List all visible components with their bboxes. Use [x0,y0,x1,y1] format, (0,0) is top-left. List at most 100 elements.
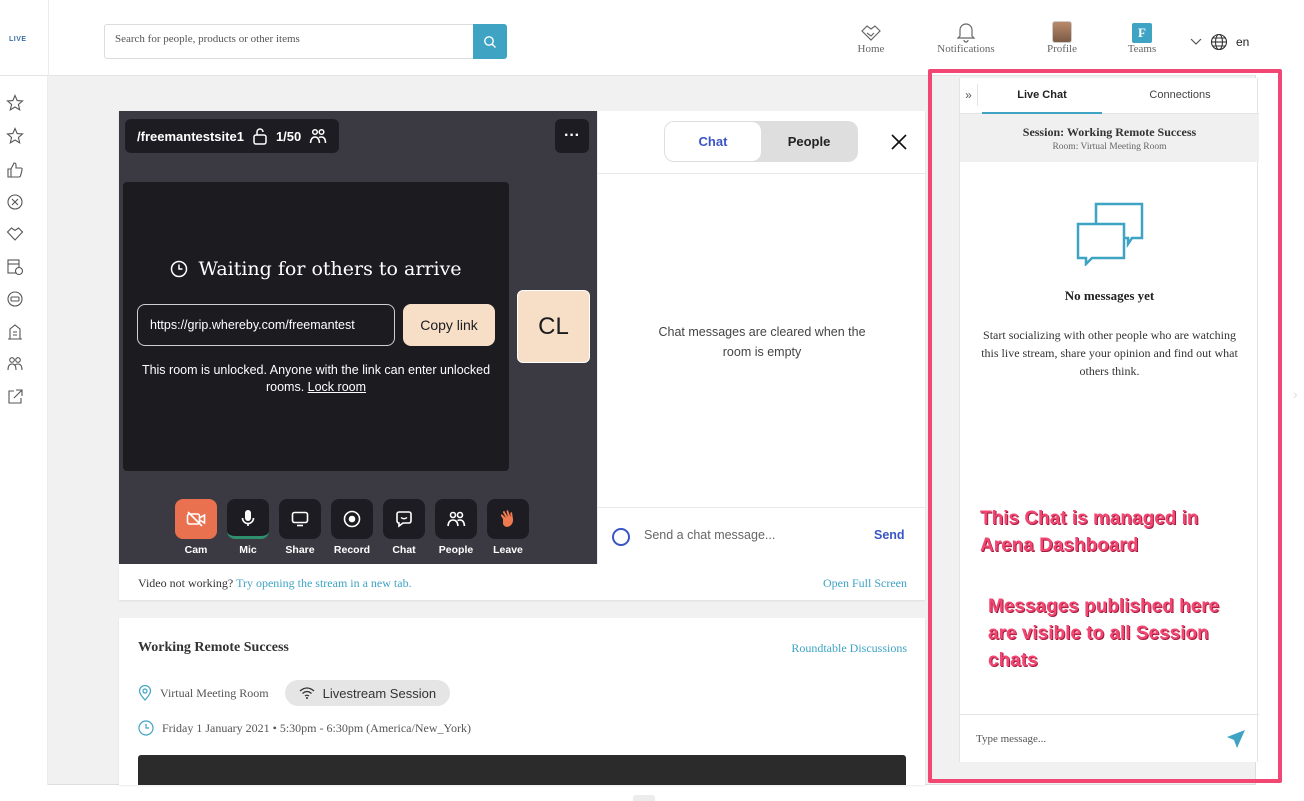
rail-meetings[interactable] [6,225,24,243]
emoji-icon[interactable] [612,528,630,546]
live-chat-message-input[interactable] [976,733,1206,745]
video-card: /freemantestsite1 1/50 ··· Waiting for o… [119,111,926,600]
unlock-notice: This room is unlocked. Anyone with the l… [123,362,509,396]
tab-chat[interactable]: Chat [665,122,761,161]
star-icon [6,94,24,111]
participant-tile[interactable]: CL [517,290,590,363]
teams-badge: F [1132,23,1152,43]
left-icon-rail [0,76,48,785]
rail-favorites[interactable] [6,94,24,112]
record-icon [343,510,361,528]
tab-live-chat[interactable]: Live Chat [982,78,1102,114]
record-button[interactable]: Record [331,499,373,556]
mic-button[interactable]: Mic [227,499,269,556]
chat-empty-message: Chat messages are cleared when the room … [658,325,866,359]
video-chat-panel: Chat People Chat messages are cleared wh… [597,111,926,564]
livestream-pill: Livestream Session [284,680,451,706]
external-link-icon [8,389,23,404]
rail-external[interactable] [6,388,24,406]
live-chat-tabs: » Live Chat Connections [960,78,1259,114]
send-icon[interactable] [1226,729,1246,749]
nav-home[interactable]: Home [851,17,891,55]
top-bar: LIVE Home Notifications Profile F Teams [0,0,1256,76]
rail-declined[interactable] [6,193,24,211]
people-icon [7,357,23,371]
livestream-pill-text: Livestream Session [322,685,437,701]
waiting-title-text: Waiting for others to arrive [198,258,462,280]
video-help-prefix: Video not working? [138,576,234,590]
chevron-down-icon [1190,38,1202,45]
video-help: Video not working? Try opening the strea… [138,576,412,591]
video-stream: /freemantestsite1 1/50 ··· Waiting for o… [119,111,597,564]
tab-people[interactable]: People [761,122,857,161]
location-pin-icon [138,685,152,701]
bell-icon [956,23,976,43]
chat-button[interactable]: Chat [383,499,425,556]
chat-icon [396,511,412,528]
leave-button[interactable]: Leave [487,499,529,556]
rail-starred[interactable] [6,127,24,145]
room-name: /freemantestsite1 [137,128,244,144]
session-header-room: Room: Virtual Meeting Room [1052,142,1167,152]
divider [48,0,49,76]
waiting-title: Waiting for others to arrive [123,258,509,280]
session-media-bar [138,755,906,785]
rail-exhibitors[interactable] [6,323,24,341]
session-category-link[interactable]: Roundtable Discussions [791,641,907,656]
session-datetime-text: Friday 1 January 2021 • 5:30pm - 6:30pm … [162,720,471,735]
close-circle-icon [7,194,23,210]
session-header-title: Session: Working Remote Success [1022,125,1197,139]
tab-connections[interactable]: Connections [1120,78,1240,114]
nav-profile[interactable]: Profile [1042,17,1082,55]
app-logo[interactable]: LIVE [9,36,27,43]
chat-message-input[interactable] [644,528,844,542]
room-capacity: 1/50 [275,128,302,144]
avatar [1052,21,1072,43]
rail-sessions[interactable] [6,290,24,308]
camera-off-icon [186,511,206,527]
people-button[interactable]: People [435,499,477,556]
rail-likes[interactable] [6,161,24,179]
rail-schedule[interactable] [6,258,24,276]
room-info: /freemantestsite1 1/50 [125,119,340,153]
record-label: Record [333,544,371,556]
annotation-note: This Chat is managed in Arena Dashboard [980,508,1199,556]
share-button[interactable]: Share [279,499,321,556]
send-button[interactable]: Send [874,528,905,542]
people-icon [310,128,327,144]
language-selector[interactable]: en [1190,33,1249,51]
thumbs-up-icon [7,162,23,178]
collapse-panel-button[interactable]: » [960,84,978,106]
nav-home-label: Home [857,43,885,55]
nav-teams-label: Teams [1127,43,1157,55]
search-input[interactable] [115,33,465,45]
session-header: Session: Working Remote Success Room: Vi… [960,114,1259,162]
session-title: Working Remote Success [138,640,289,655]
room-link-field[interactable]: https://grip.whereby.com/freemantest [137,304,395,346]
chat-bubbles-icon [1076,202,1144,266]
chat-label: Chat [392,544,416,556]
nav-teams[interactable]: F Teams [1122,17,1162,55]
lock-room-link[interactable]: Lock room [308,380,366,394]
search-button[interactable] [473,24,507,59]
nav-notifications[interactable]: Notifications [932,17,1000,55]
mic-label: Mic [239,544,257,556]
search-bar [104,24,507,59]
open-new-tab-link[interactable]: Try opening the stream in a new tab. [236,576,412,590]
people-label: People [438,544,474,556]
cam-button[interactable]: Cam [175,499,217,556]
more-options-button[interactable]: ··· [555,119,589,153]
copy-link-button[interactable]: Copy link [403,304,495,346]
nav-profile-label: Profile [1047,43,1077,55]
language-label: en [1236,35,1250,49]
building-icon [8,324,22,340]
chevron-right-icon: › [1293,386,1298,402]
video-toolbar: Cam Mic Share Record Chat People Leave [175,499,529,556]
session-card: Working Remote Success Roundtable Discus… [119,618,925,785]
rail-people[interactable] [6,355,24,373]
close-icon[interactable] [888,131,910,153]
video-card-footer: Video not working? Try opening the strea… [119,564,925,600]
scroll-handle [633,795,655,801]
open-full-screen-link[interactable]: Open Full Screen [823,576,907,591]
leave-label: Leave [493,544,523,556]
